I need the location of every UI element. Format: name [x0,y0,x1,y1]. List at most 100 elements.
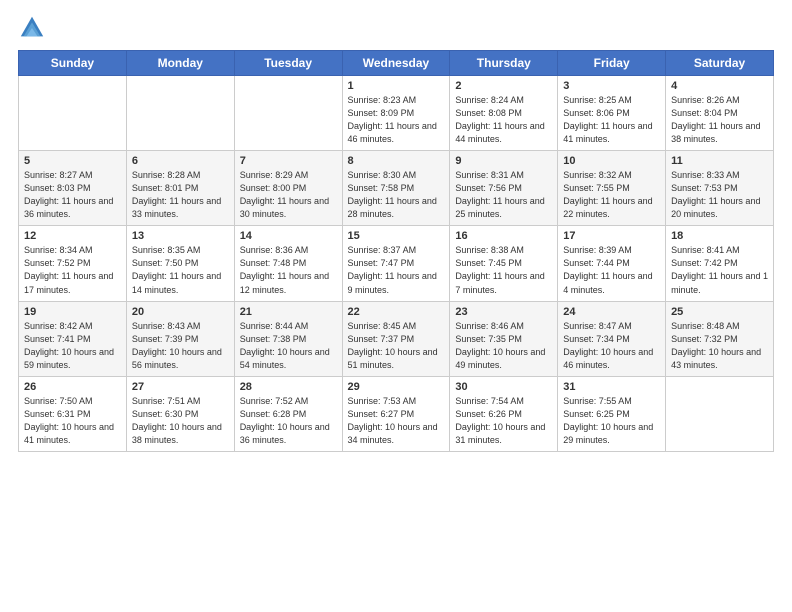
day-info: Sunrise: 8:33 AM Sunset: 7:53 PM Dayligh… [671,169,768,221]
day-info: Sunrise: 8:35 AM Sunset: 7:50 PM Dayligh… [132,244,229,296]
calendar-day-cell: 27 Sunrise: 7:51 AM Sunset: 6:30 PM Dayli… [126,376,234,451]
calendar-day-cell: 4Sunrise: 8:26 AM Sunset: 8:04 PM Daylig… [666,76,774,151]
day-info: Sunrise: 8:44 AM Sunset: 7:38 PM Dayligh… [240,320,337,372]
day-header-wednesday: Wednesday [342,51,450,76]
calendar-day-cell: 22 Sunrise: 8:45 AM Sunset: 7:37 PM Dayli… [342,301,450,376]
day-info: Sunrise: 8:48 AM Sunset: 7:32 PM Dayligh… [671,320,768,372]
day-number: 2 [455,80,552,92]
day-info: Sunrise: 8:34 AM Sunset: 7:52 PM Dayligh… [24,244,121,296]
day-number: 15 [348,230,445,242]
day-info: Sunrise: 8:27 AM Sunset: 8:03 PM Dayligh… [24,169,121,221]
calendar-day-cell: 13 Sunrise: 8:35 AM Sunset: 7:50 PM Dayli… [126,226,234,301]
day-info: Sunrise: 7:54 AM Sunset: 6:26 PM Dayligh… [455,395,552,447]
calendar-day-cell: 29 Sunrise: 7:53 AM Sunset: 6:27 PM Dayli… [342,376,450,451]
day-header-tuesday: Tuesday [234,51,342,76]
calendar-day-cell: 10Sunrise: 8:32 AM Sunset: 7:55 PM Dayli… [558,151,666,226]
calendar-week-row: 19 Sunrise: 8:42 AM Sunset: 7:41 PM Dayli… [19,301,774,376]
day-info: Sunrise: 8:30 AM Sunset: 7:58 PM Dayligh… [348,169,445,221]
day-header-friday: Friday [558,51,666,76]
calendar-empty-cell [19,76,127,151]
day-number: 9 [455,155,552,167]
calendar-day-cell: 17 Sunrise: 8:39 AM Sunset: 7:44 PM Dayli… [558,226,666,301]
calendar-day-cell: 21 Sunrise: 8:44 AM Sunset: 7:38 PM Dayli… [234,301,342,376]
day-number: 30 [455,381,552,393]
day-info: Sunrise: 8:36 AM Sunset: 7:48 PM Dayligh… [240,244,337,296]
day-number: 3 [563,80,660,92]
day-number: 16 [455,230,552,242]
calendar-week-row: 1 Sunrise: 8:23 AM Sunset: 8:09 PM Daylig… [19,76,774,151]
page: SundayMondayTuesdayWednesdayThursdayFrid… [0,0,792,612]
day-info: Sunrise: 8:39 AM Sunset: 7:44 PM Dayligh… [563,244,660,296]
day-number: 11 [671,155,768,167]
day-number: 1 [348,80,445,92]
day-number: 7 [240,155,337,167]
day-number: 4 [671,80,768,92]
day-number: 18 [671,230,768,242]
calendar-day-cell: 20Sunrise: 8:43 AM Sunset: 7:39 PM Dayli… [126,301,234,376]
day-info: Sunrise: 8:37 AM Sunset: 7:47 PM Dayligh… [348,244,445,296]
calendar-day-cell: 8 Sunrise: 8:30 AM Sunset: 7:58 PM Daylig… [342,151,450,226]
calendar-day-cell: 30 Sunrise: 7:54 AM Sunset: 6:26 PM Dayli… [450,376,558,451]
day-number: 12 [24,230,121,242]
day-info: Sunrise: 8:23 AM Sunset: 8:09 PM Dayligh… [348,94,445,146]
day-number: 14 [240,230,337,242]
calendar-week-row: 26 Sunrise: 7:50 AM Sunset: 6:31 PM Dayli… [19,376,774,451]
calendar-day-cell: 6 Sunrise: 8:28 AM Sunset: 8:01 PM Daylig… [126,151,234,226]
day-header-thursday: Thursday [450,51,558,76]
calendar-day-cell: 24 Sunrise: 8:47 AM Sunset: 7:34 PM Dayli… [558,301,666,376]
day-info: Sunrise: 8:25 AM Sunset: 8:06 PM Dayligh… [563,94,660,146]
calendar-day-cell: 26 Sunrise: 7:50 AM Sunset: 6:31 PM Dayli… [19,376,127,451]
day-number: 17 [563,230,660,242]
day-info: Sunrise: 8:45 AM Sunset: 7:37 PM Dayligh… [348,320,445,372]
calendar-day-cell: 15 Sunrise: 8:37 AM Sunset: 7:47 PM Dayli… [342,226,450,301]
calendar-week-row: 5 Sunrise: 8:27 AM Sunset: 8:03 PM Daylig… [19,151,774,226]
calendar-day-cell: 12 Sunrise: 8:34 AM Sunset: 7:52 PM Dayli… [19,226,127,301]
day-number: 27 [132,381,229,393]
day-info: Sunrise: 7:50 AM Sunset: 6:31 PM Dayligh… [24,395,121,447]
day-number: 6 [132,155,229,167]
calendar-day-cell: 1 Sunrise: 8:23 AM Sunset: 8:09 PM Daylig… [342,76,450,151]
calendar-day-cell: 19 Sunrise: 8:42 AM Sunset: 7:41 PM Dayli… [19,301,127,376]
calendar-day-cell: 18Sunrise: 8:41 AM Sunset: 7:42 PM Dayli… [666,226,774,301]
day-info: Sunrise: 8:24 AM Sunset: 8:08 PM Dayligh… [455,94,552,146]
day-number: 22 [348,306,445,318]
day-info: Sunrise: 7:55 AM Sunset: 6:25 PM Dayligh… [563,395,660,447]
day-info: Sunrise: 7:51 AM Sunset: 6:30 PM Dayligh… [132,395,229,447]
day-info: Sunrise: 7:52 AM Sunset: 6:28 PM Dayligh… [240,395,337,447]
day-number: 21 [240,306,337,318]
day-number: 10 [563,155,660,167]
day-info: Sunrise: 8:28 AM Sunset: 8:01 PM Dayligh… [132,169,229,221]
day-number: 23 [455,306,552,318]
calendar-table: SundayMondayTuesdayWednesdayThursdayFrid… [18,50,774,452]
day-info: Sunrise: 8:31 AM Sunset: 7:56 PM Dayligh… [455,169,552,221]
day-header-monday: Monday [126,51,234,76]
calendar-day-cell: 31 Sunrise: 7:55 AM Sunset: 6:25 PM Dayli… [558,376,666,451]
calendar-day-cell: 7Sunrise: 8:29 AM Sunset: 8:00 PM Daylig… [234,151,342,226]
day-number: 29 [348,381,445,393]
calendar-empty-cell [126,76,234,151]
day-number: 24 [563,306,660,318]
calendar-day-cell: 14 Sunrise: 8:36 AM Sunset: 7:48 PM Dayli… [234,226,342,301]
day-number: 19 [24,306,121,318]
day-number: 25 [671,306,768,318]
calendar-day-cell: 25 Sunrise: 8:48 AM Sunset: 7:32 PM Dayli… [666,301,774,376]
calendar-day-cell: 2 Sunrise: 8:24 AM Sunset: 8:08 PM Daylig… [450,76,558,151]
day-number: 31 [563,381,660,393]
day-info: Sunrise: 8:47 AM Sunset: 7:34 PM Dayligh… [563,320,660,372]
day-info: Sunrise: 8:42 AM Sunset: 7:41 PM Dayligh… [24,320,121,372]
day-number: 20 [132,306,229,318]
day-number: 5 [24,155,121,167]
day-number: 26 [24,381,121,393]
day-number: 13 [132,230,229,242]
calendar-day-cell: 5 Sunrise: 8:27 AM Sunset: 8:03 PM Daylig… [19,151,127,226]
calendar-week-row: 12 Sunrise: 8:34 AM Sunset: 7:52 PM Dayli… [19,226,774,301]
day-info: Sunrise: 8:38 AM Sunset: 7:45 PM Dayligh… [455,244,552,296]
calendar-day-cell: 11 Sunrise: 8:33 AM Sunset: 7:53 PM Dayli… [666,151,774,226]
day-info: Sunrise: 7:53 AM Sunset: 6:27 PM Dayligh… [348,395,445,447]
calendar-header-row: SundayMondayTuesdayWednesdayThursdayFrid… [19,51,774,76]
day-number: 8 [348,155,445,167]
calendar-day-cell: 9 Sunrise: 8:31 AM Sunset: 7:56 PM Daylig… [450,151,558,226]
calendar-empty-cell [234,76,342,151]
day-info: Sunrise: 8:46 AM Sunset: 7:35 PM Dayligh… [455,320,552,372]
calendar-empty-cell [666,376,774,451]
